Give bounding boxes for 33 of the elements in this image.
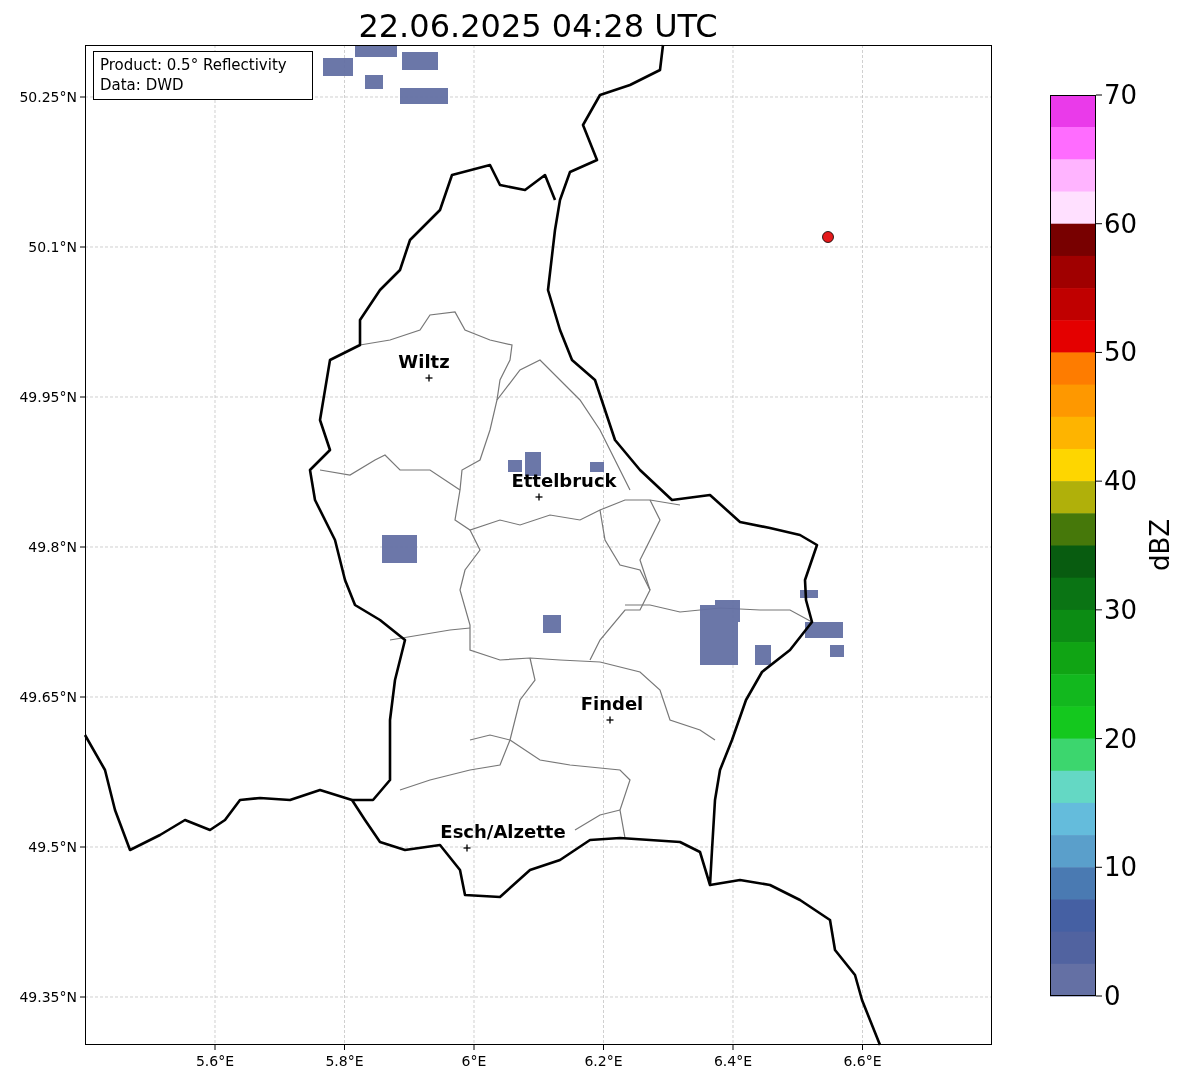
colorbar-tick-label: 60 bbox=[1104, 208, 1138, 239]
latitude-label: 49.65°N bbox=[19, 689, 77, 705]
colorbar-tick-label: 30 bbox=[1104, 594, 1138, 625]
latitude-label: 49.8°N bbox=[28, 539, 77, 555]
longitude-label: 5.8°E bbox=[325, 1053, 364, 1069]
colorbar-tick-label: 20 bbox=[1104, 723, 1138, 754]
city-label: Ettelbruck bbox=[511, 470, 617, 491]
map-title: 22.06.2025 04:28 UTC bbox=[358, 7, 718, 45]
info-text: Data: DWD bbox=[100, 76, 184, 94]
colorbar-tick-label: 0 bbox=[1104, 981, 1121, 1011]
info-text: Product: 0.5° Reflectivity bbox=[100, 56, 287, 74]
latitude-label: 49.5°N bbox=[28, 839, 77, 855]
longitude-label: 6.4°E bbox=[713, 1053, 753, 1069]
city-label: Esch/Alzette bbox=[440, 821, 566, 842]
longitude-label: 6.2°E bbox=[584, 1053, 623, 1069]
colorbar-label: dBZ bbox=[1145, 518, 1175, 572]
colorbar-tick-label: 70 bbox=[1104, 80, 1138, 110]
latitude-label: 50.1°N bbox=[28, 239, 77, 255]
colorbar-tick-label: 40 bbox=[1104, 466, 1138, 497]
latitude-label: 50.25°N bbox=[19, 89, 77, 105]
city-marker-icon bbox=[605, 715, 615, 725]
city-label: Findel bbox=[580, 693, 644, 714]
longitude-label: 5.6°E bbox=[195, 1053, 235, 1069]
longitude-label: 6.6°E bbox=[843, 1053, 882, 1069]
city-marker-icon bbox=[534, 492, 544, 502]
city-marker-icon bbox=[424, 373, 434, 383]
latitude-label: 49.35°N bbox=[19, 989, 77, 1005]
latitude-label: 49.95°N bbox=[19, 389, 77, 405]
longitude-label: 6°E bbox=[461, 1053, 487, 1069]
colorbar-tick-label: 10 bbox=[1104, 852, 1138, 883]
colorbar-tick-label: 50 bbox=[1104, 337, 1138, 368]
city-marker-icon bbox=[462, 843, 472, 853]
city-label: Wiltz bbox=[398, 351, 450, 372]
